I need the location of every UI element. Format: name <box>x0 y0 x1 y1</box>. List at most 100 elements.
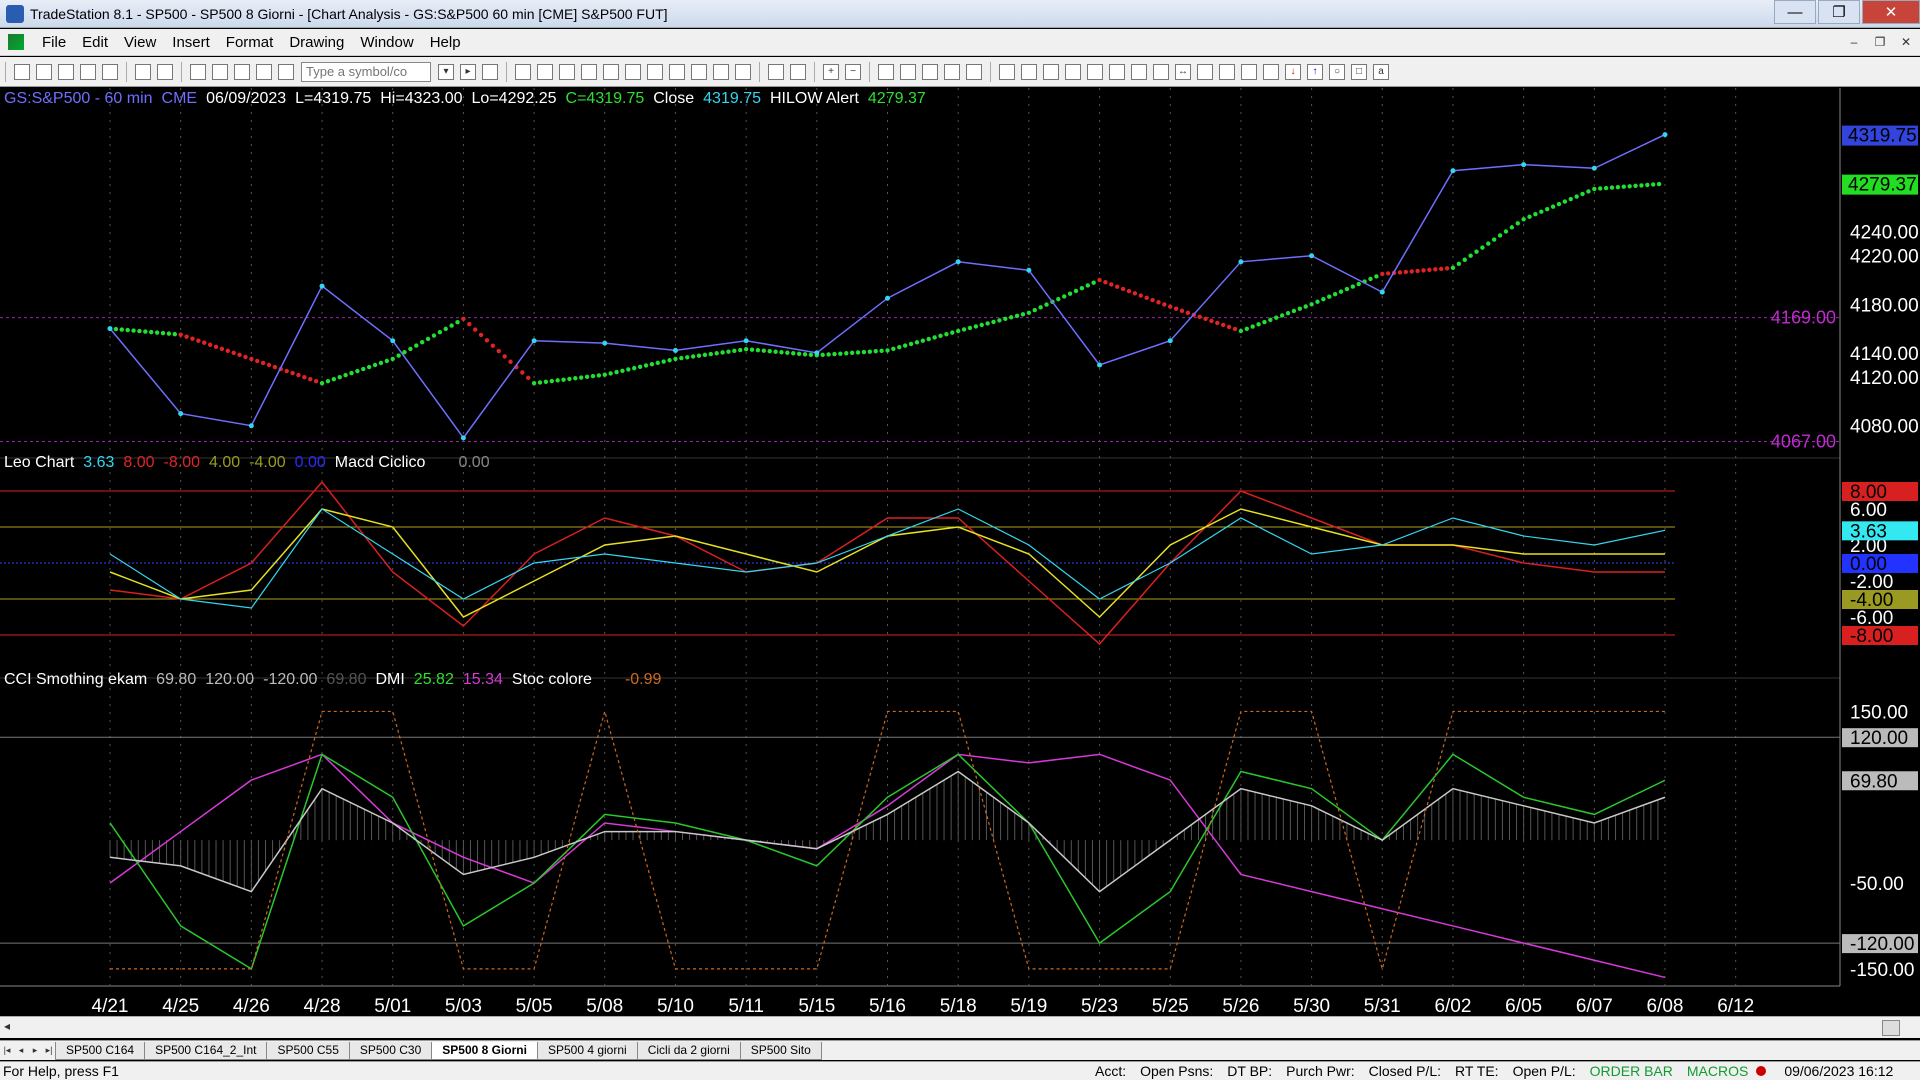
chart-canvas[interactable]: 4/21 4/25 4/26 4/28 5/01 5/03 5/05 5/08 5/10 5/11… <box>0 88 1920 1014</box>
hilow-dot <box>1503 229 1509 234</box>
tab-sp500-sito[interactable]: SP500 Sito <box>739 1041 822 1060</box>
expand-icon[interactable] <box>768 63 784 80</box>
print-icon[interactable] <box>157 63 173 80</box>
format-icon[interactable] <box>625 63 641 80</box>
scroll-thumb[interactable] <box>1882 1020 1900 1036</box>
pen-icon[interactable] <box>1241 63 1257 80</box>
arc-icon[interactable] <box>1219 63 1235 80</box>
menu-edit[interactable]: Edit <box>74 34 116 51</box>
status-order-bar[interactable]: ORDER BAR <box>1590 1063 1673 1079</box>
maximize-button[interactable]: ❐ <box>1818 0 1860 24</box>
minimize-button[interactable]: — <box>1774 0 1816 24</box>
candle-chart-icon[interactable] <box>537 63 553 80</box>
tab-prev-icon[interactable]: ◂ <box>14 1043 28 1059</box>
tab-first-icon[interactable]: |◂ <box>0 1043 14 1059</box>
horizontal-line-icon[interactable] <box>1043 63 1059 80</box>
chart-window-icon[interactable] <box>8 34 24 50</box>
text-icon[interactable]: a <box>1373 63 1389 80</box>
menu-format[interactable]: Format <box>218 34 282 51</box>
tab-last-icon[interactable]: ▸| <box>42 1043 56 1059</box>
menu-help[interactable]: Help <box>422 34 469 51</box>
symbol-lookup-icon[interactable] <box>482 63 498 80</box>
drawing-tool-icon[interactable] <box>256 63 272 80</box>
tab-sp500-c164[interactable]: SP500 C164 <box>55 1041 146 1060</box>
date-label: 5/05 <box>516 996 553 1014</box>
open-icon[interactable] <box>36 63 52 80</box>
hilow-dot <box>1645 182 1650 188</box>
tab-sp500-c55[interactable]: SP500 C55 <box>266 1041 350 1060</box>
menu-file[interactable]: File <box>34 34 74 51</box>
refresh-icon[interactable] <box>647 63 663 80</box>
vertical-line-icon[interactable] <box>1021 63 1037 80</box>
crosshair-icon[interactable] <box>900 63 916 80</box>
hilow-dot <box>632 365 637 371</box>
window-tile-icon[interactable] <box>212 63 228 80</box>
hilow-dot <box>272 364 278 370</box>
symbol-go-icon[interactable]: ▸ <box>460 63 476 80</box>
compress-icon[interactable] <box>790 63 806 80</box>
legend-symbol: GS:S&P500 - 60 min <box>4 90 153 107</box>
alert-icon[interactable] <box>669 63 685 80</box>
tab-sp500-4-giorni[interactable]: SP500 4 giorni <box>536 1041 638 1060</box>
tab-cicli-da-2-giorni[interactable]: Cicli da 2 giorni <box>636 1041 741 1060</box>
menu-window[interactable]: Window <box>352 34 421 51</box>
speed-lines-icon[interactable] <box>1087 63 1103 80</box>
tab-sp500-c30[interactable]: SP500 C30 <box>348 1041 433 1060</box>
book-icon[interactable] <box>966 63 982 80</box>
close-button[interactable]: ✕ <box>1862 0 1920 24</box>
mdi-close-icon[interactable]: ✕ <box>1896 32 1916 52</box>
menu-view[interactable]: View <box>116 34 164 51</box>
zoom-in-icon[interactable]: + <box>823 63 839 80</box>
new-icon[interactable] <box>14 63 30 80</box>
hilow-dot <box>1627 184 1632 189</box>
strategy-icon[interactable] <box>603 63 619 80</box>
tab-sp500-8-giorni[interactable]: SP500 8 Giorni <box>431 1041 538 1060</box>
andrews-pitchfork-icon[interactable] <box>1131 63 1147 80</box>
curve-icon[interactable] <box>1263 63 1279 80</box>
globe-icon[interactable] <box>278 63 294 80</box>
pointer-icon[interactable] <box>878 63 894 80</box>
tab-next-icon[interactable]: ▸ <box>28 1043 42 1059</box>
lock-icon[interactable] <box>234 63 250 80</box>
save-icon[interactable] <box>102 63 118 80</box>
macd-legend-v5: -4.00 <box>249 454 286 471</box>
hilow-dot <box>673 356 678 362</box>
scroll-left-icon[interactable]: ◂ <box>4 1019 10 1033</box>
mdi-minimize-icon[interactable]: – <box>1844 32 1864 52</box>
tools-icon[interactable] <box>922 63 938 80</box>
symbol-dropdown-icon[interactable]: ▾ <box>438 63 454 80</box>
bar-chart-icon[interactable] <box>515 63 531 80</box>
status-macros[interactable]: MACROS <box>1687 1063 1748 1079</box>
menu-drawing[interactable]: Drawing <box>281 34 352 51</box>
print-preview-icon[interactable] <box>135 63 151 80</box>
mdi-restore-icon[interactable]: ❐ <box>1870 32 1890 52</box>
ellipse-icon[interactable]: ○ <box>1329 63 1345 80</box>
rectangle-icon[interactable]: □ <box>1351 63 1367 80</box>
indicator-icon[interactable] <box>581 63 597 80</box>
gann-fan-icon[interactable] <box>1109 63 1125 80</box>
menu-insert[interactable]: Insert <box>164 34 218 51</box>
matrix-icon[interactable] <box>735 63 751 80</box>
trendline-icon[interactable] <box>999 63 1015 80</box>
hilow-dot <box>785 350 790 355</box>
radar-icon[interactable] <box>691 63 707 80</box>
regression-icon[interactable] <box>1153 63 1169 80</box>
arrow-up-icon[interactable]: ↑ <box>1307 63 1323 80</box>
arrow-down-icon[interactable]: ↓ <box>1285 63 1301 80</box>
horizontal-scrollbar[interactable]: ◂ <box>0 1016 1920 1038</box>
symbol-input[interactable] <box>301 61 431 82</box>
parallel-lines-icon[interactable] <box>1197 63 1213 80</box>
window-cascade-icon[interactable] <box>190 63 206 80</box>
tab-sp500-c164-2-int[interactable]: SP500 C164_2_Int <box>144 1041 268 1060</box>
paste-icon[interactable] <box>80 63 96 80</box>
order-entry-icon[interactable] <box>944 63 960 80</box>
fibonacci-icon[interactable] <box>1065 63 1081 80</box>
zoom-out-icon[interactable]: − <box>845 63 861 80</box>
date-label: 5/08 <box>586 996 623 1014</box>
copy-icon[interactable] <box>58 63 74 80</box>
hilow-dot <box>337 374 342 380</box>
arrow-both-icon[interactable]: ↔ <box>1175 63 1191 80</box>
chart-analysis-window[interactable]: 4/21 4/25 4/26 4/28 5/01 5/03 5/05 5/08 5/10 5/11… <box>0 88 1920 1014</box>
scanner-icon[interactable] <box>713 63 729 80</box>
line-chart-icon[interactable] <box>559 63 575 80</box>
